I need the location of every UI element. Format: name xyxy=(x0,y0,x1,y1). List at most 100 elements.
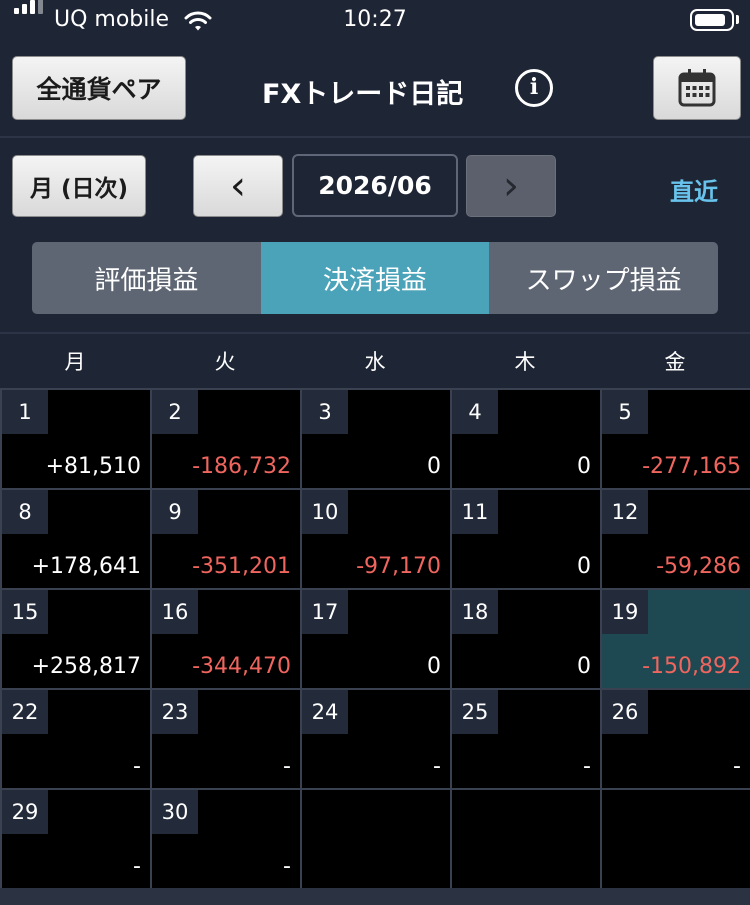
day-number: 19 xyxy=(602,590,648,634)
day-number: 25 xyxy=(452,690,498,734)
month-display[interactable]: 2026/06 xyxy=(292,154,458,217)
month-label: 2026/06 xyxy=(318,171,432,200)
day-pnl-value: 0 xyxy=(577,454,591,479)
calendar-day-cell xyxy=(602,790,750,888)
battery-tip xyxy=(736,15,739,24)
recent-link[interactable]: 直近 xyxy=(670,172,718,207)
weekday-label: 金 xyxy=(664,350,686,374)
day-number: 29 xyxy=(2,790,48,834)
day-pnl-value: -344,470 xyxy=(192,654,291,679)
calendar-day-cell[interactable]: 12 -59,286 xyxy=(602,490,750,588)
status-bar: UQ mobile 10:27 xyxy=(0,0,750,42)
weekday-header: 月 火 水 木 金 xyxy=(0,332,750,392)
clock: 10:27 xyxy=(343,7,407,32)
day-pnl-value: +81,510 xyxy=(45,454,141,479)
tab-realized-pnl[interactable]: 決済損益 xyxy=(260,242,490,314)
calendar-day-cell[interactable]: 10 -97,170 xyxy=(302,490,450,588)
calendar-day-cell[interactable]: 11 0 xyxy=(452,490,600,588)
battery-icon xyxy=(690,9,734,31)
calendar-day-cell[interactable]: 16 -344,470 xyxy=(152,590,300,688)
day-number: 5 xyxy=(602,390,648,434)
day-number: 16 xyxy=(152,590,198,634)
calendar-day-cell[interactable]: 1 +81,510 xyxy=(2,390,150,488)
chevron-right-icon: › xyxy=(503,163,519,209)
day-pnl-value: -186,732 xyxy=(192,454,291,479)
day-number: 3 xyxy=(302,390,348,434)
calendar-day-cell[interactable]: 22 - xyxy=(2,690,150,788)
day-number: 10 xyxy=(302,490,348,534)
period-button[interactable]: 月 (日次) xyxy=(12,155,146,217)
calendar-day-cell[interactable]: 18 0 xyxy=(452,590,600,688)
calendar-day-cell[interactable]: 17 0 xyxy=(302,590,450,688)
calendar-day-cell[interactable]: 23 - xyxy=(152,690,300,788)
day-pnl-value: - xyxy=(433,754,441,779)
calendar-day-cell[interactable]: 26 - xyxy=(602,690,750,788)
bottom-bar xyxy=(0,888,750,905)
day-number: 22 xyxy=(2,690,48,734)
day-pnl-value: -351,201 xyxy=(192,554,291,579)
weekday-label: 水 xyxy=(364,350,386,374)
page-title: FXトレード日記 xyxy=(262,79,464,110)
day-number: 26 xyxy=(602,690,648,734)
weekday-label: 月 xyxy=(64,350,86,374)
day-number: 1 xyxy=(2,390,48,434)
day-pnl-value: -150,892 xyxy=(642,654,741,679)
tab-swap-pnl[interactable]: スワップ損益 xyxy=(489,242,718,314)
day-number: 12 xyxy=(602,490,648,534)
day-number: 9 xyxy=(152,490,198,534)
day-number: 2 xyxy=(152,390,198,434)
prev-month-button[interactable]: ‹ xyxy=(193,155,283,217)
day-number: 8 xyxy=(2,490,48,534)
day-pnl-value: - xyxy=(133,754,141,779)
app-header: 全通貨ペア FXトレード日記 i xyxy=(0,42,750,138)
calendar-day-cell[interactable]: 19 -150,892 xyxy=(602,590,750,688)
pnl-type-tabs: 評価損益 決済損益 スワップ損益 xyxy=(32,242,718,314)
calendar-day-cell[interactable]: 15 +258,817 xyxy=(2,590,150,688)
calendar-day-cell[interactable]: 5 -277,165 xyxy=(602,390,750,488)
next-month-button[interactable]: › xyxy=(466,155,556,217)
day-pnl-value: -59,286 xyxy=(656,554,741,579)
calendar-button[interactable] xyxy=(653,56,741,120)
day-pnl-value: +258,817 xyxy=(31,654,141,679)
day-pnl-value: 0 xyxy=(577,554,591,579)
calendar-day-cell xyxy=(302,790,450,888)
calendar-grid: 1 +81,510 2 -186,732 3 0 4 0 5 -277,165 8 +178,641 9… xyxy=(0,388,750,888)
calendar-day-cell[interactable]: 30 xyxy=(302,390,450,488)
calendar-day-cell[interactable]: 8 +178,641 xyxy=(2,490,150,588)
calendar-day-cell[interactable]: 25 - xyxy=(452,690,600,788)
weekday-label: 火 xyxy=(214,350,236,374)
day-number: 17 xyxy=(302,590,348,634)
calendar-day-cell xyxy=(452,790,600,888)
day-number: 18 xyxy=(452,590,498,634)
day-pnl-value: -97,170 xyxy=(356,554,441,579)
day-pnl-value: 0 xyxy=(427,654,441,679)
calendar-day-cell[interactable]: 30 - xyxy=(152,790,300,888)
calendar-icon xyxy=(678,69,716,107)
tab-unrealized-pnl[interactable]: 評価損益 xyxy=(32,242,261,314)
day-pnl-value: 0 xyxy=(427,454,441,479)
calendar-day-cell[interactable]: 40 xyxy=(452,390,600,488)
chevron-left-icon: ‹ xyxy=(230,163,246,209)
day-pnl-value: -277,165 xyxy=(642,454,741,479)
weekday-label: 木 xyxy=(514,350,536,374)
currency-pair-button[interactable]: 全通貨ペア xyxy=(12,56,186,120)
day-pnl-value: - xyxy=(283,854,291,879)
day-number: 23 xyxy=(152,690,198,734)
info-icon[interactable]: i xyxy=(515,69,553,107)
day-number: 11 xyxy=(452,490,498,534)
calendar-day-cell[interactable]: 2 -186,732 xyxy=(152,390,300,488)
day-pnl-value: - xyxy=(583,754,591,779)
day-pnl-value: - xyxy=(133,854,141,879)
day-number: 30 xyxy=(152,790,198,834)
calendar-day-cell[interactable]: 29 - xyxy=(2,790,150,888)
calendar-day-cell[interactable]: 24 - xyxy=(302,690,450,788)
day-number: 15 xyxy=(2,590,48,634)
day-pnl-value: - xyxy=(733,754,741,779)
day-pnl-value: +178,641 xyxy=(31,554,141,579)
day-number: 24 xyxy=(302,690,348,734)
day-number: 4 xyxy=(452,390,498,434)
currency-pair-label: 全通貨ペア xyxy=(36,75,162,104)
period-label: 月 (日次) xyxy=(29,176,129,202)
calendar-day-cell[interactable]: 9 -351,201 xyxy=(152,490,300,588)
day-pnl-value: 0 xyxy=(577,654,591,679)
